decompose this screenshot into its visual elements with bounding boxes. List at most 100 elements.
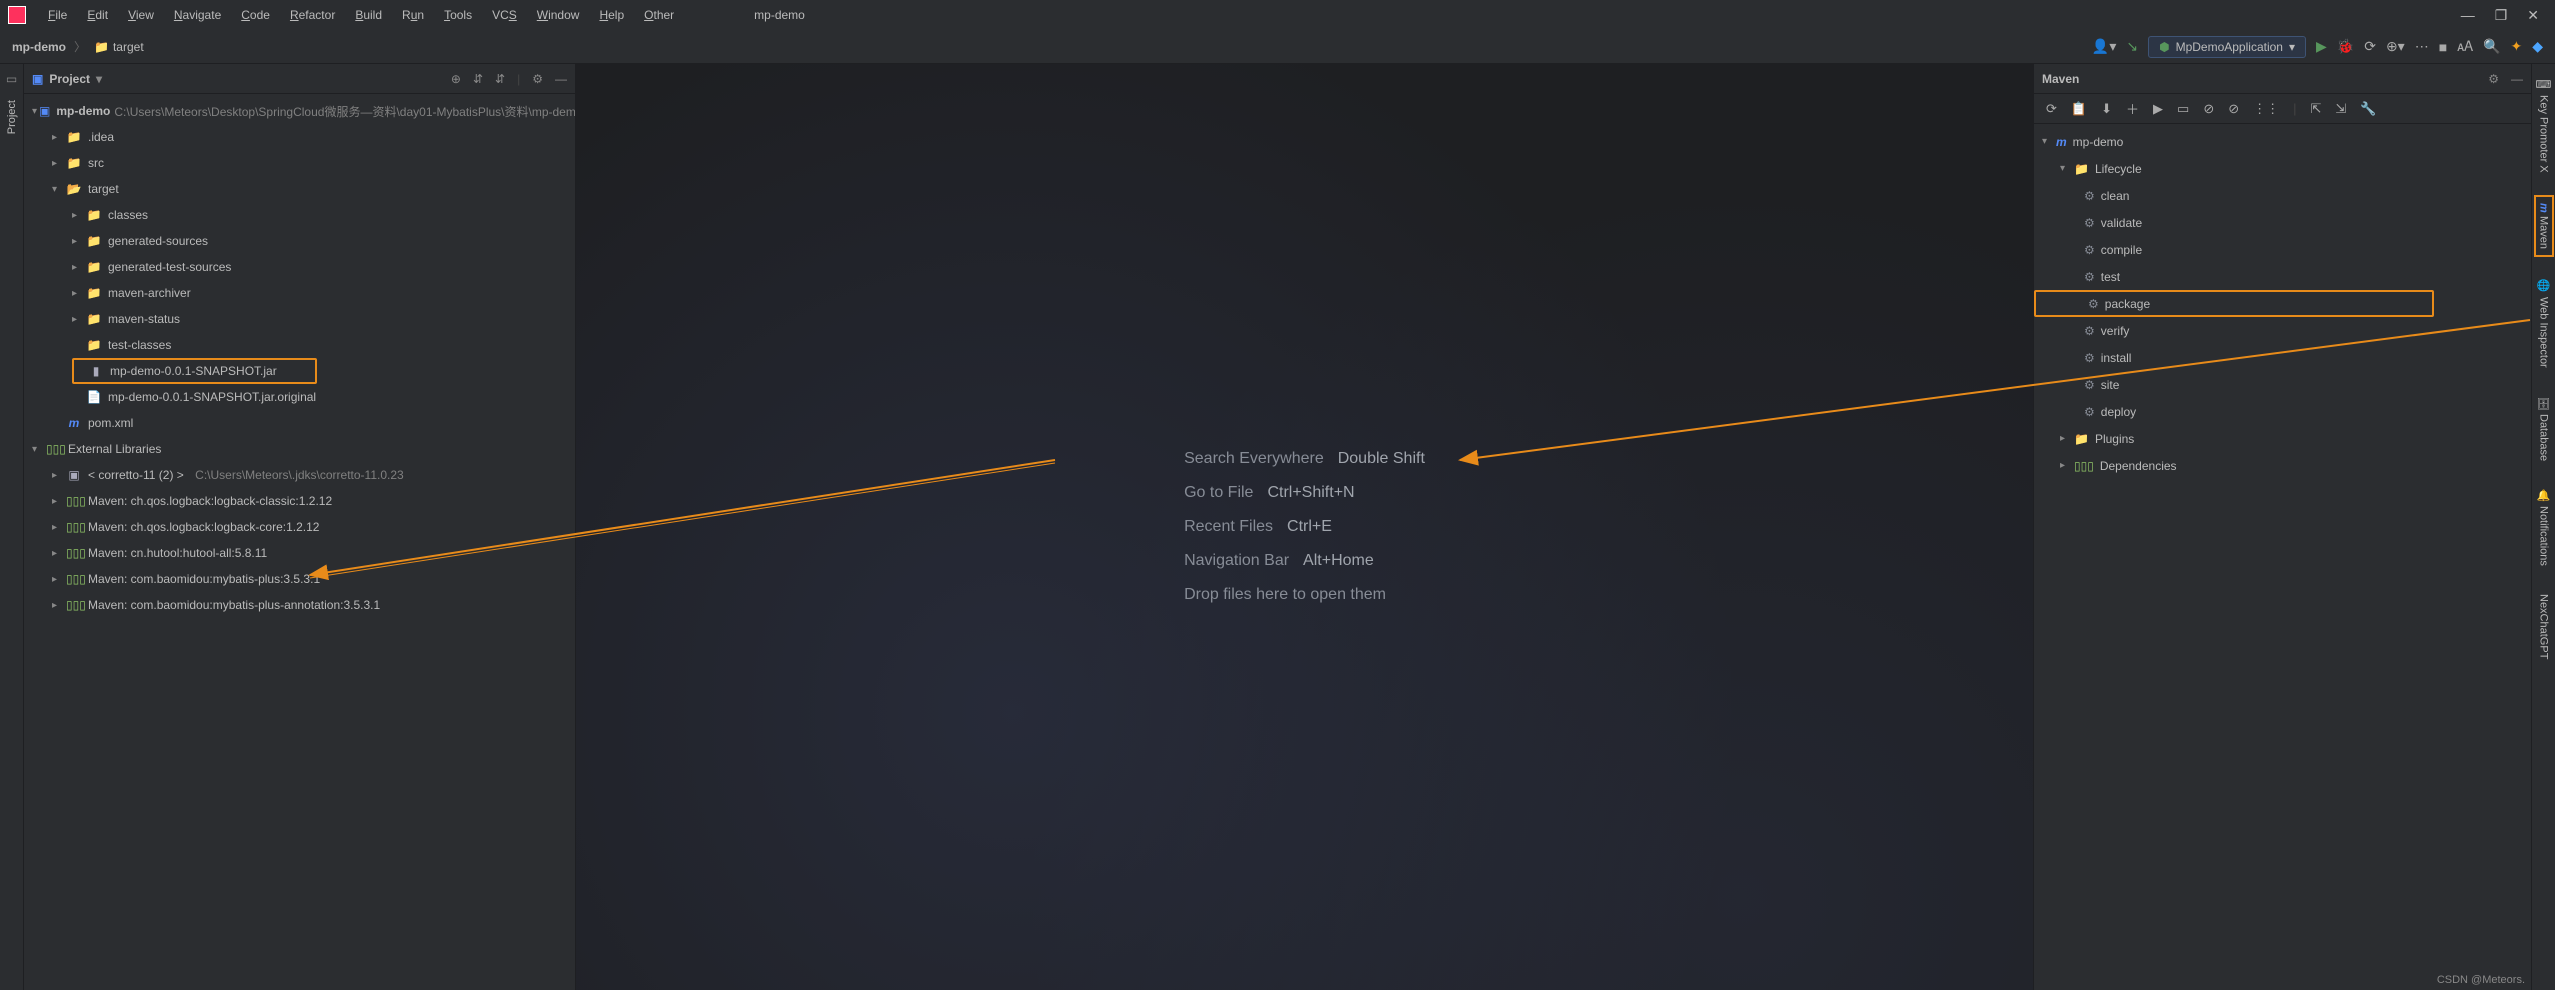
tree-gen-sources[interactable]: ▸📁 generated-sources [24,228,575,254]
tree-jar-file[interactable]: ▸▮ mp-demo-0.0.1-SNAPSHOT.jar [72,358,317,384]
coverage-button[interactable]: ⟳ [2364,38,2376,55]
maven-site[interactable]: ⚙site [2034,371,2531,398]
project-view-dropdown[interactable]: ▾ [96,72,102,86]
stop-button[interactable]: ■ [2439,39,2447,55]
hammer-icon[interactable]: ↘ [2126,38,2138,55]
maven-skip-tests-icon[interactable]: ⊘ [2228,101,2239,117]
menu-view[interactable]: View [118,4,164,26]
tree-ext-libs[interactable]: ▾▯▯▯ External Libraries [24,436,575,462]
attach-button[interactable]: ⋯ [2415,38,2429,55]
tree-target[interactable]: ▾📂 target [24,176,575,202]
expand-all-icon[interactable]: ⇵ [473,72,483,86]
collapse-all-icon[interactable]: ⇵ [495,72,505,86]
maven-test[interactable]: ⚙test [2034,263,2531,290]
rail-nexchatgpt[interactable]: NexChatGPT [2536,588,2552,665]
project-rail-icon[interactable]: ▭ [6,72,17,86]
menu-build[interactable]: Build [345,4,392,26]
rail-notifications[interactable]: 🔔Notifications [2535,483,2552,572]
tree-jdk[interactable]: ▸▣ < corretto-11 (2) > C:\Users\Meteors\… [24,462,575,488]
maven-reload-icon[interactable]: ⟳ [2046,101,2057,117]
tree-classes[interactable]: ▸📁 classes [24,202,575,228]
maven-download-icon[interactable]: ⬇ [2101,101,2112,117]
gear-icon[interactable]: ⚙ [532,72,543,86]
project-view-icon: ▣ [32,72,43,86]
user-icon[interactable]: 👤▾ [2092,38,2116,55]
tree-lib3[interactable]: ▸▯▯▯ Maven: cn.hutool:hutool-all:5.8.11 [24,540,575,566]
maven-expand-icon[interactable]: ⇲ [2335,101,2346,117]
menu-navigate[interactable]: Navigate [164,4,231,26]
editor-area[interactable]: Search EverywhereDouble Shift Go to File… [576,64,2033,990]
maven-hide-icon[interactable]: — [2511,72,2523,86]
menu-help[interactable]: Help [589,4,634,26]
maven-verify[interactable]: ⚙verify [2034,317,2531,344]
rail-database[interactable]: 🗄Database [2535,390,2552,467]
rail-key-promoter[interactable]: ⌨Key Promoter X [2535,72,2552,179]
profile-button[interactable]: ⊕▾ [2386,38,2405,55]
tip-search: Search Everywhere [1184,450,1324,468]
divider-icon: | [517,72,520,86]
minimize-icon[interactable]: — [2461,7,2475,24]
tree-maven-status[interactable]: ▸📁 maven-status [24,306,575,332]
menu-code[interactable]: Code [231,4,280,26]
maven-lifecycle[interactable]: ▾📁 Lifecycle [2034,155,2531,182]
tree-pom[interactable]: ▸m pom.xml [24,410,575,436]
maven-package[interactable]: ⚙package [2034,290,2434,317]
rail-web-inspector[interactable]: 🌐Web Inspector [2535,273,2552,373]
tree-lib1[interactable]: ▸▯▯▯ Maven: ch.qos.logback:logback-class… [24,488,575,514]
select-opened-icon[interactable]: ⊕ [451,72,461,86]
menu-refactor[interactable]: Refactor [280,4,345,26]
plugin-icon[interactable]: ◆ [2532,38,2543,55]
tree-src[interactable]: ▸📁 src [24,150,575,176]
project-tool-window: ▣ Project ▾ ⊕ ⇵ ⇵ | ⚙ — ▾▣ mp-demo C:\Us… [24,64,576,990]
tree-maven-archiver[interactable]: ▸📁 maven-archiver [24,280,575,306]
menu-other[interactable]: Other [634,4,684,26]
close-icon[interactable]: ✕ [2527,7,2539,24]
maven-add-icon[interactable]: ＋ [2126,99,2139,118]
maven-run-icon[interactable]: ▶ [2153,101,2163,117]
tree-lib2[interactable]: ▸▯▯▯ Maven: ch.qos.logback:logback-core:… [24,514,575,540]
maven-execute-icon[interactable]: ▭ [2177,101,2189,117]
debug-button[interactable]: 🐞 [2337,38,2354,55]
tree-test-classes[interactable]: ▸📁 test-classes [24,332,575,358]
tree-lib5[interactable]: ▸▯▯▯ Maven: com.baomidou:mybatis-plus-an… [24,592,575,618]
maven-install[interactable]: ⚙install [2034,344,2531,371]
menu-file[interactable]: File [38,4,77,26]
maven-deploy[interactable]: ⚙deploy [2034,398,2531,425]
menu-vcs[interactable]: VCS [482,4,527,26]
ai-icon[interactable]: ✦ [2510,38,2522,55]
search-icon[interactable]: 🔍 [2483,38,2500,55]
maven-wrench-icon[interactable]: 🔧 [2360,101,2376,117]
project-root[interactable]: ▾▣ mp-demo C:\Users\Meteors\Desktop\Spri… [24,98,575,124]
hide-panel-icon[interactable]: — [555,72,567,86]
translate-icon[interactable]: 🗚 [2457,38,2473,55]
maven-toggle-offline-icon[interactable]: ⊘ [2203,101,2214,117]
menu-window[interactable]: Window [527,4,590,26]
maximize-icon[interactable]: ❐ [2495,7,2508,24]
menu-tools[interactable]: Tools [434,4,482,26]
maven-collapse-icon[interactable]: ⇱ [2311,101,2322,117]
menu-edit[interactable]: Edit [77,4,118,26]
maven-plugins[interactable]: ▸📁 Plugins [2034,425,2531,452]
tree-lib4[interactable]: ▸▯▯▯ Maven: com.baomidou:mybatis-plus:3.… [24,566,575,592]
run-config-selector[interactable]: ⬢ MpDemoApplication ▾ [2148,36,2306,58]
maven-generate-icon[interactable]: 📋 [2071,101,2087,117]
run-button[interactable]: ▶ [2316,38,2327,55]
maven-show-deps-icon[interactable]: ⋮⋮ [2253,101,2279,117]
menu-run[interactable]: Run [392,4,434,26]
project-panel-title[interactable]: Project [49,72,90,86]
maven-compile[interactable]: ⚙compile [2034,236,2531,263]
maven-settings-icon[interactable]: ⚙ [2488,72,2499,86]
tree-jar-original[interactable]: ▸📄 mp-demo-0.0.1-SNAPSHOT.jar.original [24,384,575,410]
maven-dependencies[interactable]: ▸▯▯▯ Dependencies [2034,452,2531,479]
tree-gen-test-sources[interactable]: ▸📁 generated-test-sources [24,254,575,280]
tip-goto: Go to File [1184,484,1253,502]
project-rail-tab[interactable]: Project [4,92,20,142]
rail-maven[interactable]: mMaven [2534,195,2554,258]
tree-idea[interactable]: ▸📁 .idea [24,124,575,150]
maven-validate[interactable]: ⚙validate [2034,209,2531,236]
maven-root[interactable]: ▾m mp-demo [2034,128,2531,155]
breadcrumb-target[interactable]: target [113,40,144,54]
maven-clean[interactable]: ⚙clean [2034,182,2531,209]
run-config-label: MpDemoApplication [2176,40,2283,54]
breadcrumb-root[interactable]: mp-demo [12,40,66,54]
